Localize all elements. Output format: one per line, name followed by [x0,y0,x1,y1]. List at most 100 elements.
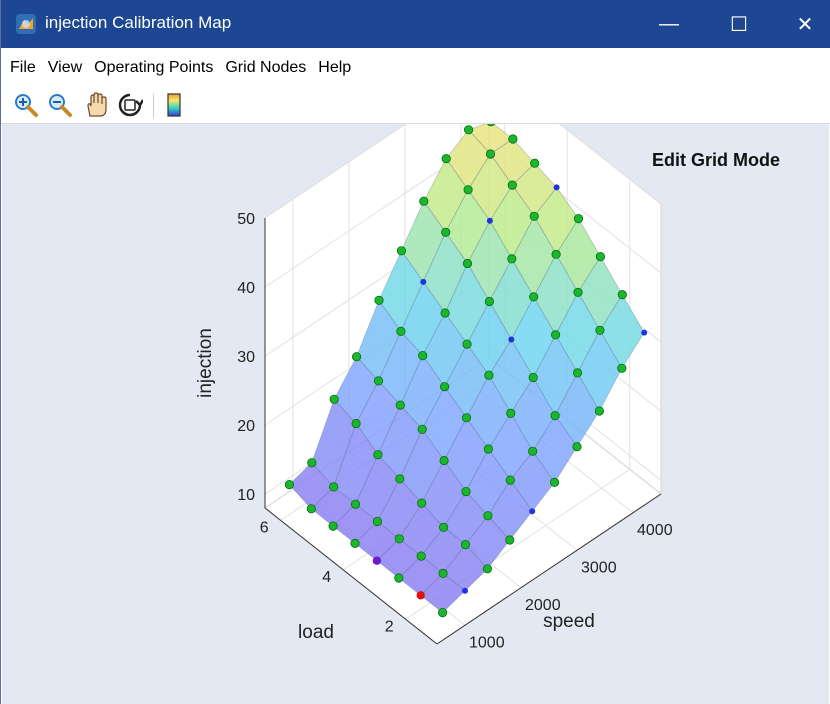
grid-node[interactable] [372,516,382,527]
grid-node[interactable] [438,522,449,532]
grid-node[interactable] [507,180,517,190]
grid-node[interactable] [438,568,448,578]
grid-node[interactable] [641,329,648,336]
grid-node[interactable] [529,292,539,302]
grid-node[interactable] [416,591,425,600]
grid-node[interactable] [394,534,404,544]
grid-node[interactable] [439,455,449,466]
grid-node[interactable] [617,290,627,300]
grid-node[interactable] [284,479,294,490]
zoom-out-icon[interactable] [47,92,73,118]
z-axis-title: injection [195,328,216,398]
grid-node[interactable] [483,511,493,521]
grid-node[interactable] [437,607,448,618]
load-tick-label: 6 [260,519,269,536]
menu-operating-points[interactable]: Operating Points [94,59,213,77]
grid-node[interactable] [551,249,561,259]
grid-node[interactable] [528,372,538,383]
grid-node[interactable] [372,556,382,565]
grid-node[interactable] [461,486,471,497]
plot-area[interactable]: Edit Grid Mode 10 20 30 40 50 2 4 6 1000 2000 3000… [2,124,829,704]
grid-node[interactable] [441,153,451,164]
grid-node[interactable] [484,370,494,380]
grid-node[interactable] [440,308,450,318]
grid-node[interactable] [394,573,404,583]
grid-node[interactable] [416,551,426,561]
speed-tick-label: 1000 [469,634,505,651]
grid-node[interactable] [351,418,361,429]
grid-node[interactable] [463,125,474,135]
grid-node[interactable] [462,339,472,349]
grid-node[interactable] [373,450,383,460]
speed-tick-label: 3000 [581,559,617,576]
grid-node[interactable] [417,424,427,434]
grid-node[interactable] [418,351,428,361]
grid-node[interactable] [573,214,584,224]
grid-node[interactable] [419,196,429,206]
grid-node[interactable] [595,252,606,262]
grid-node[interactable] [329,394,339,404]
grid-node[interactable] [462,587,468,594]
grid-node[interactable] [350,538,360,548]
grid-node[interactable] [572,368,583,378]
grid-node[interactable] [529,508,536,515]
grid-node[interactable] [395,474,405,484]
pan-hand-icon[interactable] [83,92,109,118]
grid-node[interactable] [463,185,473,195]
grid-node[interactable] [529,211,539,221]
menu-view[interactable]: View [48,59,82,77]
maximize-button[interactable]: ☐ [707,0,771,48]
grid-node[interactable] [550,410,560,421]
grid-node[interactable] [528,446,538,456]
menu-file[interactable]: File [10,59,36,77]
grid-node[interactable] [441,227,451,237]
grid-node[interactable] [395,400,405,410]
grid-node[interactable] [396,326,406,336]
grid-node[interactable] [420,278,427,285]
zoom-in-icon[interactable] [13,92,39,118]
grid-node[interactable] [483,444,493,454]
grid-node[interactable] [482,564,492,574]
grid-node[interactable] [505,475,515,485]
grid-node[interactable] [484,296,494,307]
grid-node[interactable] [595,325,605,335]
grid-node[interactable] [485,149,496,159]
menu-help[interactable]: Help [318,59,351,77]
grid-node[interactable] [508,336,515,343]
grid-node[interactable] [486,217,493,224]
grid-node[interactable] [572,442,582,452]
title-bar[interactable]: injection Calibration Map — ☐ ✕ [1,0,830,48]
colorbar-icon[interactable] [161,92,187,118]
grid-node[interactable] [594,406,605,416]
grid-node[interactable] [417,498,427,508]
grid-node[interactable] [373,376,384,386]
grid-node[interactable] [460,539,471,550]
grid-node[interactable] [462,258,473,269]
grid-node[interactable] [549,477,560,487]
grid-node[interactable] [329,482,339,492]
menu-grid-nodes[interactable]: Grid Nodes [225,59,306,77]
grid-node[interactable] [508,134,518,144]
grid-node[interactable] [396,246,406,256]
grid-node[interactable] [374,295,384,305]
grid-node[interactable] [350,499,361,509]
rotate-3d-icon[interactable] [117,92,143,118]
minimize-button[interactable]: — [637,0,701,48]
grid-node[interactable] [507,254,517,264]
close-button[interactable]: ✕ [773,0,830,48]
grid-node[interactable] [439,382,450,392]
grid-node[interactable] [505,535,515,545]
grid-node[interactable] [328,521,338,531]
load-axis-title: load [298,622,334,643]
grid-node[interactable] [306,504,316,514]
grid-node[interactable] [307,458,317,468]
grid-node[interactable] [617,363,627,373]
grid-node[interactable] [553,184,560,191]
grid-node[interactable] [506,408,516,418]
grid-node[interactable] [461,413,472,423]
grid-node[interactable] [530,158,540,168]
grid-node[interactable] [351,352,362,362]
surface-plot[interactable]: Edit Grid Mode 1020304050246100020003000… [2,124,829,704]
grid-node[interactable] [573,287,583,297]
grid-node[interactable] [550,330,561,340]
